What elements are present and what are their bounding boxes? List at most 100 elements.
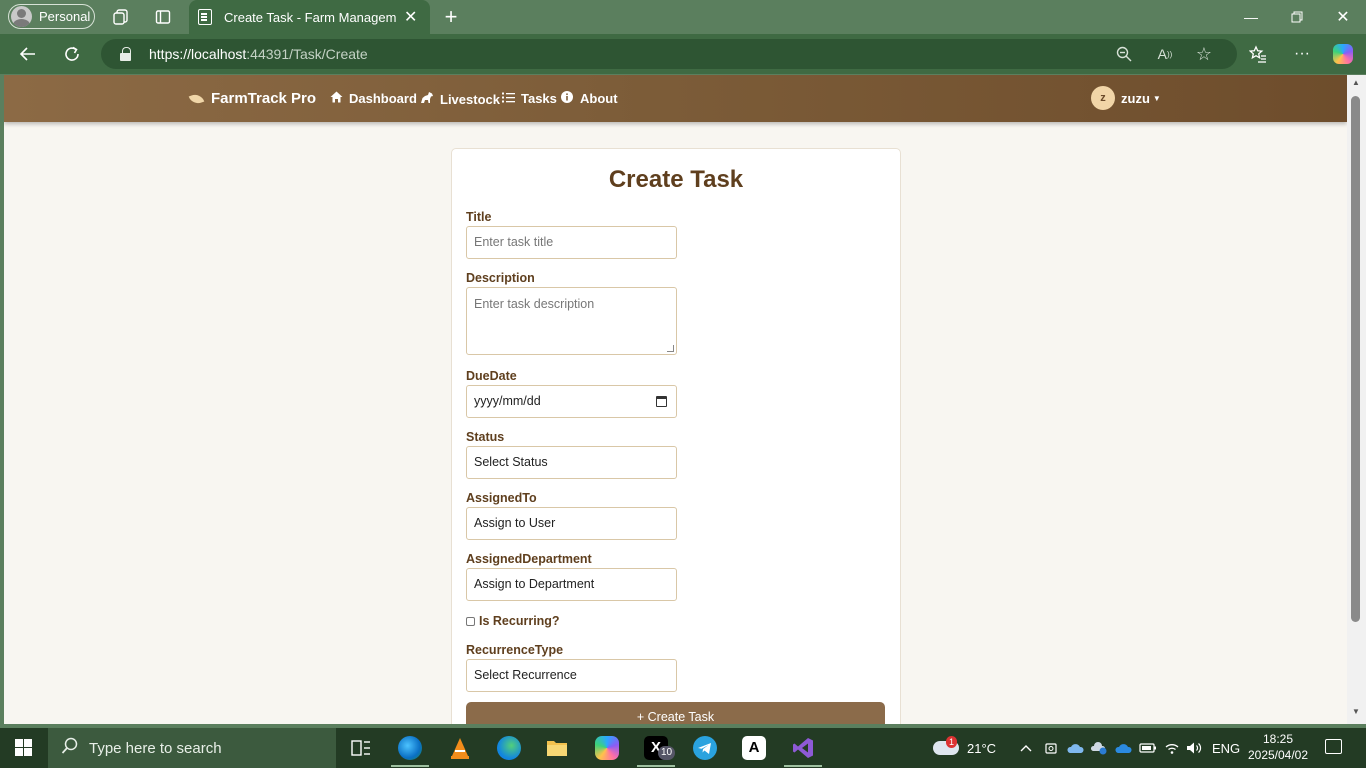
status-label: Status — [466, 430, 505, 444]
department-label: AssignedDepartment — [466, 552, 592, 566]
duedate-label: DueDate — [466, 369, 517, 383]
volume-icon[interactable] — [1186, 728, 1202, 768]
user-avatar: z — [1091, 86, 1115, 110]
more-options-icon[interactable]: ··· — [1290, 43, 1314, 65]
onedrive-cloud-icon[interactable] — [1114, 728, 1132, 768]
task-view-icon[interactable] — [349, 736, 373, 760]
search-icon — [61, 737, 79, 760]
windows-start-icon[interactable] — [15, 739, 33, 757]
profile-label: Personal — [39, 9, 91, 24]
weather-widget[interactable]: 21°C — [933, 728, 996, 768]
weather-badge: 1 — [946, 736, 957, 748]
back-icon[interactable] — [15, 42, 41, 66]
brand-link[interactable]: FarmTrack Pro — [188, 90, 316, 107]
tab-actions-icon[interactable] — [153, 7, 173, 27]
profile-button[interactable]: Personal — [8, 4, 95, 29]
calendar-icon[interactable] — [656, 396, 667, 407]
favorites-icon[interactable] — [1246, 43, 1270, 65]
sync-status-icon[interactable] — [1090, 728, 1108, 768]
new-tab-icon[interactable]: + — [441, 4, 461, 29]
edge-app-icon[interactable] — [497, 736, 521, 760]
recurring-label[interactable]: Is Recurring? — [479, 614, 560, 628]
read-aloud-icon[interactable]: A)) — [1155, 44, 1175, 64]
recurrence-select[interactable]: Select Recurrence — [466, 659, 677, 692]
create-task-button[interactable]: + Create Task — [466, 702, 885, 724]
minimize-icon[interactable]: — — [1228, 0, 1274, 34]
meet-now-icon[interactable] — [1044, 728, 1058, 768]
page-scrollbar[interactable]: ▲ ▼ — [1347, 75, 1366, 724]
page-icon — [198, 9, 212, 25]
x-badge: 10 — [658, 746, 676, 760]
clock[interactable]: 18:25 2025/04/02 — [1246, 731, 1310, 763]
clock-time: 18:25 — [1262, 732, 1294, 746]
nav-tasks-label: Tasks — [521, 91, 557, 106]
clock-date: 2025/04/02 — [1247, 748, 1309, 762]
user-menu[interactable]: z zuzu ▼ — [1091, 86, 1161, 110]
info-icon — [560, 91, 574, 106]
page-viewport: FarmTrack Pro Dashboard Livestock Tasks … — [4, 75, 1347, 724]
close-window-icon[interactable]: ✕ — [1320, 0, 1366, 34]
profile-avatar-icon — [11, 6, 32, 27]
nav-dashboard[interactable]: Dashboard — [329, 91, 417, 106]
copilot-icon[interactable] — [1333, 44, 1353, 64]
windows-taskbar: Type here to search X 10 A 21°C 1 ENG 18… — [0, 728, 1366, 768]
show-hidden-icons-icon[interactable] — [1020, 728, 1032, 768]
language-indicator[interactable]: ENG — [1212, 728, 1240, 768]
edge-dev-app-icon[interactable] — [398, 736, 422, 760]
page-title: Create Task — [608, 166, 744, 193]
scroll-down-arrow-icon[interactable]: ▼ — [1351, 707, 1361, 717]
x-active-indicator — [637, 765, 675, 767]
file-explorer-icon[interactable] — [545, 736, 569, 760]
assignedto-label: AssignedTo — [466, 491, 537, 505]
nav-livestock-label: Livestock — [440, 91, 500, 107]
vlc-app-icon[interactable] — [448, 736, 472, 760]
nav-livestock[interactable]: Livestock — [420, 91, 500, 107]
recurring-checkbox[interactable] — [466, 616, 475, 626]
department-select[interactable]: Assign to Department — [466, 568, 677, 601]
workspaces-icon[interactable] — [111, 7, 131, 27]
zoom-icon[interactable] — [1114, 44, 1134, 64]
scrollbar-thumb[interactable] — [1351, 96, 1360, 622]
active-app-indicator — [391, 765, 429, 767]
horse-icon — [420, 91, 434, 107]
plus-icon: + — [636, 710, 645, 724]
m365-app-icon[interactable] — [595, 736, 619, 760]
create-task-card: Create Task Title Enter task title Descr… — [451, 148, 901, 724]
notifications-icon[interactable] — [1325, 739, 1342, 754]
onedrive-icon[interactable] — [1066, 728, 1084, 768]
recurrence-label: RecurrenceType — [466, 643, 564, 657]
address-bar-row: https://localhost:44391/Task/Create A)) … — [0, 34, 1366, 74]
close-tab-icon[interactable]: ✕ — [404, 7, 417, 27]
visual-studio-icon[interactable] — [791, 736, 815, 760]
browser-tab-strip: Personal Create Task - Farm Management S… — [0, 0, 1366, 34]
wifi-icon[interactable] — [1164, 728, 1180, 768]
duedate-input[interactable]: yyyy/mm/dd — [466, 385, 677, 418]
nav-about[interactable]: About — [560, 91, 618, 106]
nav-tasks[interactable]: Tasks — [501, 91, 557, 106]
caret-down-icon: ▼ — [1152, 93, 1161, 103]
description-label: Description — [466, 271, 535, 285]
tab-title: Create Task - Farm Management S — [224, 9, 396, 25]
battery-icon[interactable] — [1139, 728, 1157, 768]
anthropic-app-icon[interactable]: A — [742, 736, 766, 760]
lock-icon[interactable] — [120, 47, 131, 61]
description-textarea[interactable]: Enter task description — [466, 287, 677, 355]
address-bar[interactable]: https://localhost:44391/Task/Create A)) … — [101, 39, 1237, 69]
taskbar-search[interactable]: Type here to search — [48, 728, 336, 768]
title-input[interactable]: Enter task title — [466, 226, 677, 259]
assignedto-select[interactable]: Assign to User — [466, 507, 677, 540]
url-text[interactable]: https://localhost:44391/Task/Create — [149, 46, 368, 62]
recurring-row: Is Recurring? — [466, 614, 560, 628]
create-task-button-label: Create Task — [647, 710, 715, 724]
home-icon — [329, 91, 343, 106]
telegram-app-icon[interactable] — [693, 736, 717, 760]
favorite-star-icon[interactable]: ☆ — [1194, 44, 1214, 64]
status-select[interactable]: Select Status — [466, 446, 677, 479]
scroll-up-arrow-icon[interactable]: ▲ — [1351, 78, 1361, 88]
app-navbar: FarmTrack Pro Dashboard Livestock Tasks … — [4, 75, 1347, 122]
restore-icon[interactable] — [1274, 0, 1320, 34]
refresh-icon[interactable] — [59, 42, 85, 66]
nav-about-label: About — [580, 91, 618, 106]
vs-active-indicator — [784, 765, 822, 767]
tab-create-task[interactable]: Create Task - Farm Management S ✕ — [189, 0, 430, 34]
